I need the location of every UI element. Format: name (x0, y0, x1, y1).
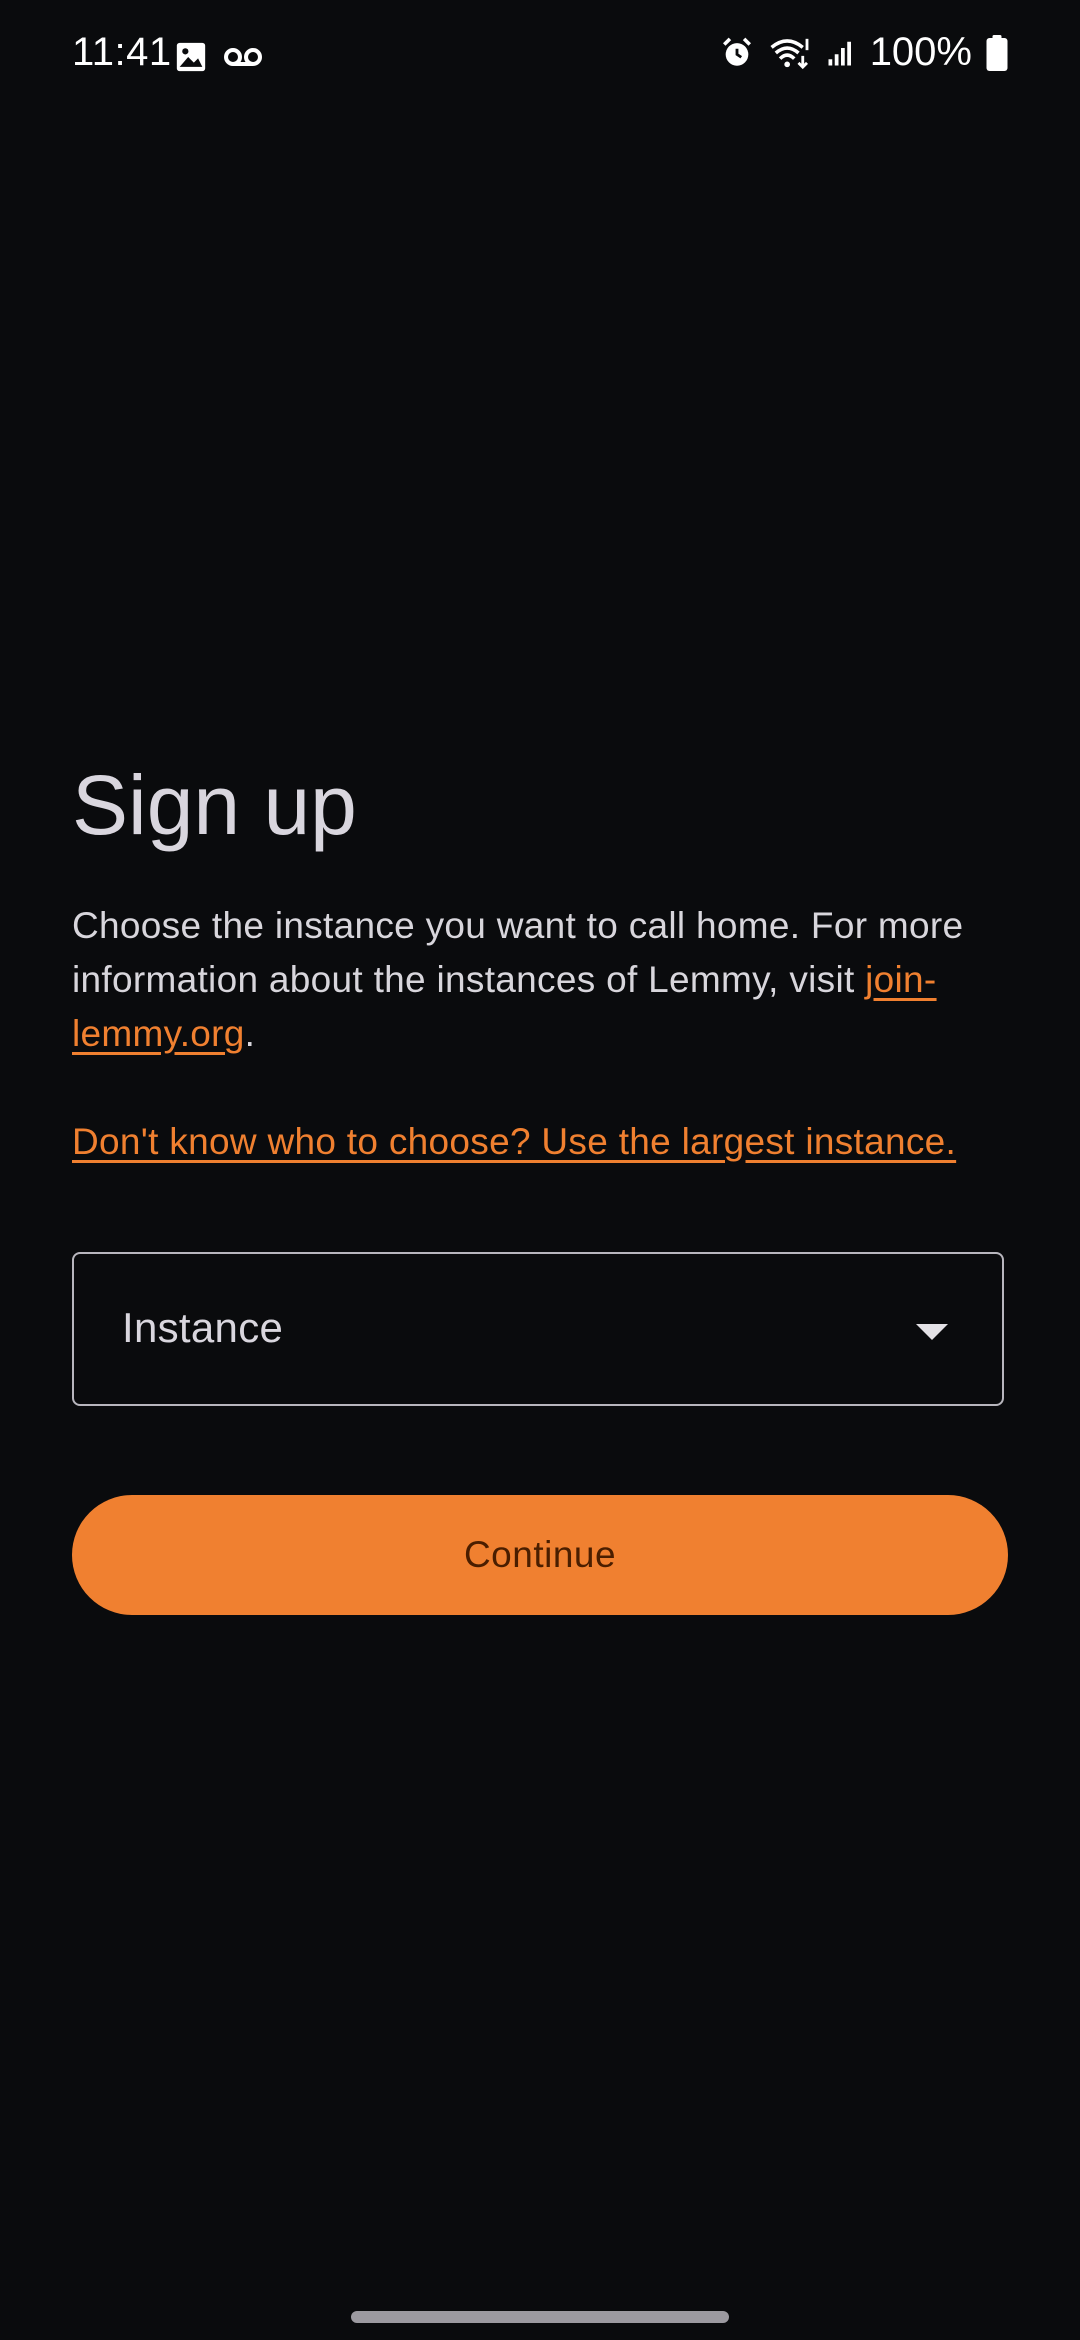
voicemail-icon (224, 45, 262, 69)
description-text: Choose the instance you want to call hom… (72, 905, 964, 1000)
page-title: Sign up (72, 758, 357, 852)
image-icon (174, 40, 208, 74)
battery-icon (986, 34, 1008, 71)
signup-content: Sign up Choose the instance you want to … (72, 755, 1008, 1169)
signal-icon (826, 38, 856, 68)
description-suffix: . (244, 1013, 256, 1054)
instance-dropdown[interactable]: Instance (72, 1252, 1004, 1406)
status-system-icons: 100% (720, 30, 1008, 75)
use-largest-instance-link[interactable]: Don't know who to choose? Use the larges… (72, 1115, 1008, 1169)
battery-percentage: 100% (869, 30, 972, 74)
instance-field-label: Instance (122, 1304, 284, 1351)
wifi-icon (768, 36, 812, 70)
dropdown-arrow-icon (916, 1324, 948, 1340)
status-time: 11:41 (72, 30, 172, 74)
continue-button[interactable]: Continue (72, 1495, 1008, 1615)
signup-description: Choose the instance you want to call hom… (72, 899, 1008, 1061)
status-notification-icons (174, 40, 262, 74)
status-bar: 11:41 100% (0, 0, 1080, 115)
home-indicator[interactable] (351, 2311, 729, 2323)
alarm-icon (720, 36, 754, 70)
